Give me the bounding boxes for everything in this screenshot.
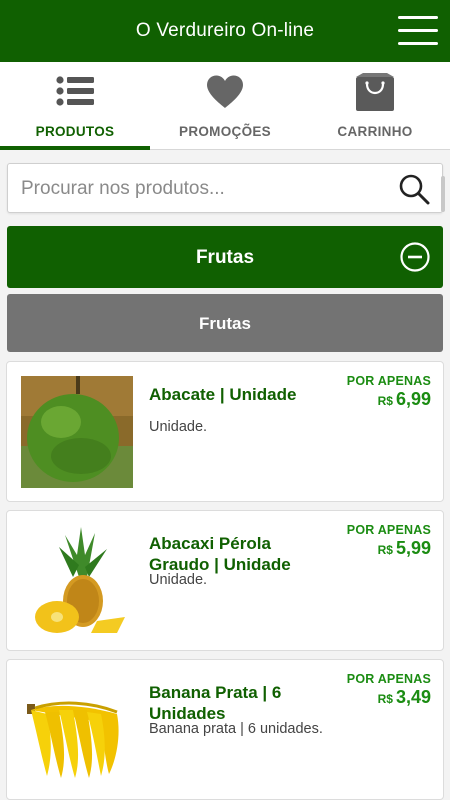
tab-label: PROMOÇÕES <box>179 124 271 139</box>
list-icon <box>55 74 95 113</box>
app-title: O Verdureiro On-line <box>135 20 315 41</box>
tab-label: CARRINHO <box>337 124 413 139</box>
product-description: Banana prata | 6 unidades. <box>149 721 323 737</box>
product-image-avocado <box>21 376 133 488</box>
product-image-pineapple <box>21 525 133 637</box>
price-value: 3,49 <box>395 687 431 707</box>
app-header: O Verdureiro On-line <box>0 0 450 62</box>
product-name: Abacaxi Pérola Graudo | Unidade <box>149 534 291 574</box>
search-bar <box>7 163 443 213</box>
active-tab-indicator <box>0 146 150 150</box>
hamburger-menu-icon[interactable] <box>398 16 438 46</box>
collapse-minus-icon[interactable] <box>400 242 430 277</box>
shopping-bag-icon <box>355 72 395 117</box>
product-description: Unidade. <box>149 419 208 435</box>
price-value: 6,99 <box>395 389 431 409</box>
search-input[interactable] <box>21 174 381 204</box>
product-price: R$ 5,99 <box>378 538 431 559</box>
subcategory-frutas[interactable]: Frutas <box>7 294 443 352</box>
search-icon[interactable] <box>398 173 430 210</box>
product-card[interactable]: Abacate | Unidade Unidade. POR APENAS R$… <box>6 361 444 502</box>
product-name: Abacate | Unidade <box>149 385 297 404</box>
category-header-frutas[interactable]: Frutas <box>7 226 443 288</box>
product-price: R$ 6,99 <box>378 389 431 410</box>
currency-symbol: R$ <box>377 543 393 557</box>
currency-symbol: R$ <box>377 394 393 408</box>
heart-icon <box>205 74 245 115</box>
product-image-bananas <box>21 674 133 786</box>
product-card[interactable]: Banana Prata | 6 Unidades Banana prata |… <box>6 659 444 800</box>
price-value: 5,99 <box>395 538 431 558</box>
tab-promocoes[interactable]: PROMOÇÕES <box>150 62 300 150</box>
product-card[interactable]: Abacaxi Pérola Graudo | Unidade Unidade.… <box>6 510 444 651</box>
product-name: Banana Prata | 6 Unidades <box>149 683 282 723</box>
category-title: Frutas <box>195 247 255 268</box>
subcategory-title: Frutas <box>199 314 251 333</box>
product-description: Unidade. <box>149 572 208 588</box>
price-label: POR APENAS <box>346 523 431 537</box>
tab-carrinho[interactable]: CARRINHO <box>300 62 450 150</box>
tab-bar: PRODUTOS PROMOÇÕES CARRINHO <box>0 62 450 150</box>
product-price: R$ 3,49 <box>378 687 431 708</box>
tab-label: PRODUTOS <box>35 124 115 139</box>
tab-produtos[interactable]: PRODUTOS <box>0 62 150 150</box>
currency-symbol: R$ <box>377 692 393 706</box>
scrollbar[interactable] <box>441 176 445 212</box>
price-label: POR APENAS <box>346 672 431 686</box>
price-label: POR APENAS <box>346 374 431 388</box>
